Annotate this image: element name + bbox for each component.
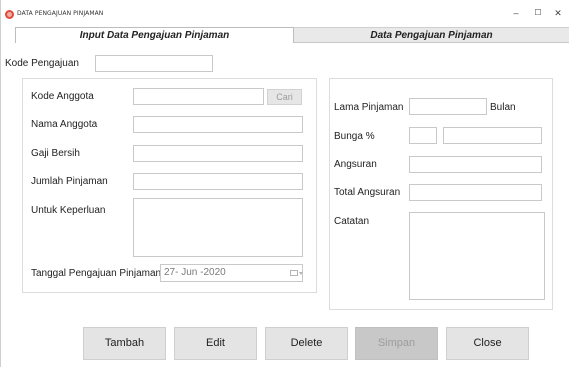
nama-anggota-input[interactable] bbox=[133, 116, 303, 133]
nama-anggota-label: Nama Anggota bbox=[31, 119, 98, 130]
cari-button[interactable]: Cari bbox=[267, 89, 302, 105]
close-button[interactable]: Close bbox=[446, 327, 529, 360]
edit-button[interactable]: Edit bbox=[174, 327, 257, 360]
app-logo-icon bbox=[5, 10, 14, 19]
angsuran-label: Angsuran bbox=[334, 159, 377, 170]
catatan-textarea[interactable] bbox=[409, 212, 545, 300]
tab-divider bbox=[294, 42, 569, 43]
total-angsuran-input[interactable] bbox=[409, 184, 542, 201]
title-bar: DATA PENGAJUAN PINJAMAN – ☐ ✕ bbox=[1, 0, 569, 27]
tanggal-pengajuan-value: 27- Jun -2020 bbox=[164, 267, 226, 278]
gaji-bersih-label: Gaji Bersih bbox=[31, 148, 80, 159]
kode-pengajuan-label: Kode Pengajuan bbox=[5, 58, 79, 69]
close-window-button[interactable]: ✕ bbox=[548, 5, 568, 21]
minimize-button[interactable]: – bbox=[506, 5, 526, 21]
untuk-keperluan-label: Untuk Keperluan bbox=[31, 205, 106, 216]
gaji-bersih-input[interactable] bbox=[133, 145, 303, 162]
kode-anggota-input[interactable] bbox=[133, 88, 264, 105]
total-angsuran-label: Total Angsuran bbox=[334, 187, 401, 198]
bunga-percent-input[interactable] bbox=[409, 127, 437, 144]
window-title: DATA PENGAJUAN PINJAMAN bbox=[17, 10, 104, 17]
tab-bar: Input Data Pengajuan Pinjaman Data Penga… bbox=[15, 27, 569, 43]
kode-pengajuan-input[interactable] bbox=[95, 55, 213, 72]
tanggal-pengajuan-datepicker[interactable]: 27- Jun -2020 bbox=[160, 264, 303, 282]
angsuran-input[interactable] bbox=[409, 156, 542, 173]
kode-anggota-label: Kode Anggota bbox=[31, 91, 94, 102]
app-window: DATA PENGAJUAN PINJAMAN – ☐ ✕ Input Data… bbox=[0, 0, 569, 367]
tab-data-pengajuan[interactable]: Data Pengajuan Pinjaman bbox=[294, 27, 569, 43]
tambah-button[interactable]: Tambah bbox=[83, 327, 166, 360]
catatan-label: Catatan bbox=[334, 216, 370, 227]
calendar-dropdown-icon[interactable] bbox=[290, 270, 303, 276]
simpan-button[interactable]: Simpan bbox=[355, 327, 438, 360]
lama-pinjaman-input[interactable] bbox=[409, 98, 487, 115]
bunga-amount-input[interactable] bbox=[443, 127, 542, 144]
jumlah-pinjaman-label: Jumlah Pinjaman bbox=[31, 176, 108, 187]
tab-input-data-pengajuan[interactable]: Input Data Pengajuan Pinjaman bbox=[15, 27, 294, 43]
tanggal-pengajuan-label: Tanggal Pengajuan Pinjaman bbox=[31, 268, 162, 279]
jumlah-pinjaman-input[interactable] bbox=[133, 173, 303, 190]
lama-pinjaman-label: Lama Pinjaman bbox=[334, 102, 404, 113]
bulan-unit-label: Bulan bbox=[490, 102, 516, 113]
delete-button[interactable]: Delete bbox=[265, 327, 348, 360]
untuk-keperluan-textarea[interactable] bbox=[133, 198, 303, 257]
maximize-button[interactable]: ☐ bbox=[528, 5, 548, 21]
bunga-label: Bunga % bbox=[334, 131, 375, 142]
